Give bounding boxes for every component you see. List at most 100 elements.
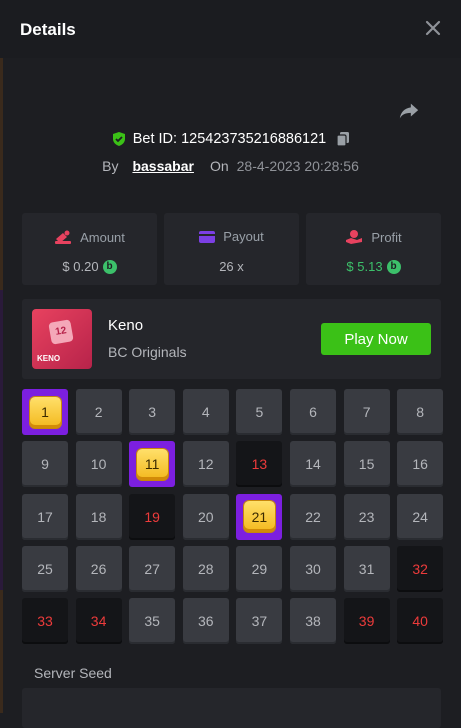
keno-cell-number: 2 — [94, 404, 103, 420]
keno-cell-number: 14 — [305, 456, 321, 473]
keno-cell-number: 30 — [305, 560, 321, 577]
coin-icon: b — [102, 259, 117, 274]
keno-cell-number: 27 — [144, 560, 160, 577]
coin-stack-icon — [55, 230, 72, 244]
keno-hit-tile: 21 — [243, 501, 275, 533]
thumb-tile: 12 — [48, 319, 74, 345]
keno-cell: 5 — [236, 389, 283, 435]
stat-payout-label-row: Payout — [164, 229, 299, 244]
by-label: By — [102, 158, 119, 174]
keno-cell: 8 — [397, 389, 444, 435]
keno-cell-number: 8 — [416, 404, 425, 420]
modal-title: Details — [20, 20, 76, 39]
close-icon[interactable] — [423, 18, 443, 38]
stat-payout-value-row: 26 x — [164, 259, 299, 274]
bet-datetime: 28-4-2023 20:28:56 — [236, 158, 359, 174]
keno-cell: 31 — [343, 545, 390, 592]
keno-cell: 1 — [22, 389, 68, 435]
game-name: Keno — [108, 317, 144, 334]
username-link[interactable]: bassabar — [132, 158, 193, 174]
keno-cell: 11 — [129, 441, 176, 488]
stat-amount-value: $ 0.20 — [62, 259, 99, 274]
keno-cell: 35 — [129, 598, 176, 645]
keno-cell-number: 37 — [251, 613, 268, 630]
stat-profit: Profit $ 5.13 b — [306, 213, 441, 285]
stat-payout-label: Payout — [223, 229, 264, 244]
keno-cell: 34 — [75, 598, 122, 645]
hand-coin-icon — [346, 230, 363, 244]
play-now-button[interactable]: Play Now — [321, 323, 431, 355]
shield-check-icon — [112, 132, 125, 146]
keno-cell: 16 — [397, 441, 444, 488]
keno-cell-number: 13 — [251, 456, 268, 473]
keno-cell-number: 9 — [41, 456, 49, 473]
keno-hit-tile: 11 — [136, 448, 168, 480]
modal-header: Details — [0, 0, 461, 58]
keno-cell-number: 3 — [148, 404, 157, 420]
thumb-text: KENO — [37, 354, 61, 363]
stat-amount-value-row: $ 0.20 b — [22, 259, 157, 274]
keno-cell-number: 34 — [90, 613, 107, 630]
keno-cell: 3 — [129, 389, 176, 435]
keno-cell-number: 36 — [198, 613, 214, 630]
keno-cell: 2 — [75, 389, 122, 435]
keno-cell: 15 — [343, 441, 390, 488]
keno-cell: 27 — [129, 545, 176, 592]
keno-cell: 10 — [75, 441, 122, 488]
keno-cell-number: 25 — [37, 560, 53, 577]
keno-cell: 13 — [236, 441, 283, 488]
keno-cell: 19 — [129, 493, 176, 540]
keno-cell: 29 — [236, 545, 283, 592]
keno-cell: 37 — [236, 598, 283, 645]
keno-cell: 12 — [182, 441, 229, 488]
keno-cell-number: 5 — [255, 404, 264, 420]
keno-cell: 36 — [182, 598, 229, 645]
keno-cell: 40 — [397, 598, 444, 645]
coin-icon: b — [386, 259, 401, 274]
stat-amount-label-row: Amount — [22, 229, 157, 245]
stat-amount: Amount $ 0.20 b — [22, 213, 157, 285]
game-thumbnail[interactable]: 12 KENO — [32, 309, 92, 369]
keno-cell-number: 32 — [412, 560, 428, 577]
keno-cell-number: 10 — [90, 456, 107, 473]
stat-payout-value: 26 x — [219, 259, 244, 274]
keno-hit-tile: 1 — [29, 396, 61, 428]
keno-cell-number: 31 — [358, 560, 375, 577]
keno-cell: 9 — [22, 441, 68, 488]
stat-profit-label-row: Profit — [306, 229, 441, 245]
stat-payout: Payout 26 x — [164, 213, 299, 285]
keno-cell-number: 4 — [201, 404, 210, 420]
copy-icon[interactable] — [336, 131, 350, 147]
keno-cell-number: 39 — [358, 613, 375, 630]
keno-cell: 38 — [290, 598, 336, 645]
keno-cell-number: 22 — [305, 508, 321, 525]
bet-id-text: Bet ID: 125423735216886121 — [132, 131, 327, 147]
game-card: 12 KENO Keno BC Originals Play Now — [22, 299, 441, 379]
keno-cell-number: 20 — [198, 508, 214, 525]
keno-cell-number: 24 — [412, 508, 428, 525]
keno-cell-number: 16 — [412, 456, 428, 473]
keno-cell: 30 — [290, 545, 336, 592]
keno-cell: 7 — [343, 389, 390, 435]
keno-cell-number: 23 — [358, 508, 375, 525]
stat-profit-value: $ 5.13 — [346, 259, 383, 274]
server-seed-field[interactable] — [22, 688, 441, 728]
bet-id-row: Bet ID: 125423735216886121 — [0, 131, 461, 147]
keno-cell-number: 12 — [198, 456, 214, 473]
server-seed-label: Server Seed — [34, 665, 112, 681]
on-label: On — [209, 158, 229, 174]
keno-cell: 17 — [22, 493, 68, 540]
keno-cell-number: 15 — [358, 456, 375, 473]
keno-cell-number: 19 — [144, 508, 160, 525]
keno-cell: 14 — [290, 441, 336, 488]
share-icon[interactable] — [398, 100, 420, 122]
stat-amount-label: Amount — [80, 229, 125, 245]
keno-cell-number: 40 — [412, 613, 428, 630]
keno-cell: 26 — [75, 545, 122, 592]
game-provider: BC Originals — [108, 344, 187, 360]
keno-cell-number: 29 — [251, 560, 268, 577]
keno-cell: 23 — [343, 493, 390, 540]
keno-cell-number: 38 — [305, 613, 321, 630]
keno-cell-number: 18 — [90, 508, 107, 525]
background-edge-lower — [0, 290, 3, 590]
